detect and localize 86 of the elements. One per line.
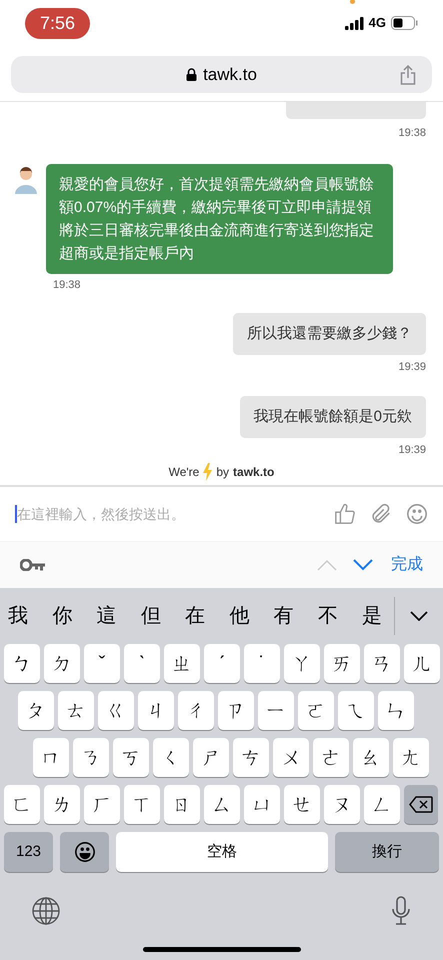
globe-icon[interactable] bbox=[32, 897, 60, 925]
keyboard-key[interactable]: ㄙ bbox=[204, 785, 240, 824]
keyboard-key[interactable]: ㄚ bbox=[284, 644, 320, 683]
keyboard-key[interactable]: ㄑ bbox=[153, 738, 189, 777]
keyboard-key[interactable]: ㄜ bbox=[313, 738, 349, 777]
candidate-word[interactable]: 但 bbox=[140, 601, 161, 631]
candidate-word[interactable]: 在 bbox=[185, 601, 205, 631]
message-input[interactable]: 在這裡輸入，然後按送出。 bbox=[17, 504, 320, 524]
keyboard-key[interactable]: ㄋ bbox=[73, 738, 109, 777]
keyboard-key[interactable]: ㄤ bbox=[393, 738, 429, 777]
chevron-down-icon[interactable] bbox=[410, 611, 428, 621]
share-icon[interactable] bbox=[400, 64, 416, 84]
keyboard-key[interactable]: ㄈ bbox=[4, 785, 40, 824]
message-time: 19:39 bbox=[398, 360, 426, 375]
keyboard-key[interactable]: ㄩ bbox=[244, 785, 280, 824]
keyboard-key[interactable]: ㄡ bbox=[324, 785, 360, 824]
keyboard-key[interactable]: ㄘ bbox=[233, 738, 269, 777]
keyboard-key[interactable]: ㄢ bbox=[364, 644, 400, 683]
keyboard-key[interactable]: ㄗ bbox=[218, 691, 254, 730]
emoji-icon bbox=[74, 841, 96, 863]
keyboard-key[interactable]: ㄕ bbox=[193, 738, 229, 777]
keyboard-key[interactable]: ㄞ bbox=[324, 644, 360, 683]
keyboard-key[interactable]: ㄦ bbox=[404, 644, 440, 683]
keyboard-key[interactable]: ㄨ bbox=[273, 738, 309, 777]
keyboard-key[interactable]: ㄟ bbox=[338, 691, 374, 730]
emoji-icon[interactable] bbox=[406, 503, 428, 525]
return-key[interactable]: 換行 bbox=[335, 832, 439, 872]
candidate-word[interactable]: 不 bbox=[318, 601, 338, 631]
signal-icon bbox=[344, 16, 364, 30]
lock-icon bbox=[186, 68, 198, 81]
keyboard-key[interactable]: ㄆ bbox=[18, 691, 54, 730]
keyboard-key[interactable]: ㄏ bbox=[84, 785, 120, 824]
candidate-word[interactable]: 這 bbox=[96, 601, 116, 631]
avatar-icon bbox=[15, 166, 37, 194]
keyboard-key[interactable]: ㄔ bbox=[178, 691, 214, 730]
candidate-word[interactable]: 我 bbox=[8, 601, 28, 631]
backspace-icon bbox=[409, 796, 433, 813]
keyboard-key[interactable]: ㄣ bbox=[378, 691, 414, 730]
agent-message: 親愛的會員您好，首次提領需先繳納會員帳號餘額0.07%的手續費，繳納完畢後可立即申請提領將於三日審核完畢後由金流商進行寄送到您指定超商或是指定帳戶內 bbox=[46, 164, 393, 274]
battery-icon bbox=[391, 16, 418, 30]
keyboard-key[interactable]: ㄐ bbox=[138, 691, 174, 730]
backspace-key[interactable] bbox=[404, 785, 438, 824]
keyboard-key[interactable]: ㄧ bbox=[258, 691, 294, 730]
url-text: tawk.to bbox=[203, 64, 257, 86]
candidate-word[interactable]: 是 bbox=[362, 601, 382, 631]
numbers-key[interactable]: 123 bbox=[4, 832, 53, 872]
thumbs-up-icon[interactable] bbox=[334, 503, 356, 525]
branding-text: We're bbox=[168, 464, 200, 481]
message-time: 19:38 bbox=[53, 278, 82, 292]
status-time: 7:56 bbox=[25, 8, 90, 38]
brand-link[interactable]: tawk.to bbox=[233, 463, 274, 481]
key-icon[interactable] bbox=[20, 559, 45, 571]
lightning-icon bbox=[203, 463, 212, 481]
keyboard-key[interactable]: ㄠ bbox=[353, 738, 389, 777]
network-label: 4G bbox=[368, 14, 386, 32]
keyboard-key[interactable]: ㄊ bbox=[58, 691, 94, 730]
keyboard-key[interactable]: ㄝ bbox=[284, 785, 320, 824]
candidate-word[interactable]: 有 bbox=[274, 601, 294, 631]
keyboard-key[interactable]: ㄉ bbox=[44, 644, 80, 683]
message-time: 19:38 bbox=[398, 126, 426, 141]
paperclip-icon[interactable] bbox=[370, 503, 392, 525]
keyboard-key[interactable]: ˇ bbox=[84, 644, 120, 683]
keyboard-key[interactable]: ㄇ bbox=[33, 738, 69, 777]
keyboard-key[interactable]: ㄅ bbox=[4, 644, 40, 683]
address-bar[interactable]: tawk.to bbox=[11, 56, 432, 93]
microphone-icon[interactable] bbox=[391, 896, 411, 926]
keyboard-key[interactable]: ˊ bbox=[204, 644, 240, 683]
done-button[interactable]: 完成 bbox=[391, 553, 423, 577]
emoji-key[interactable] bbox=[60, 832, 109, 872]
visitor-message: 我現在帳號餘額是0元欸 bbox=[240, 396, 426, 438]
candidate-word[interactable]: 你 bbox=[52, 601, 72, 631]
keyboard-key[interactable]: ㄒ bbox=[124, 785, 160, 824]
branding-text: by bbox=[216, 464, 230, 481]
space-key[interactable]: 空格 bbox=[116, 832, 328, 872]
candidate-word[interactable]: 他 bbox=[229, 601, 250, 631]
visitor-message: 所以我還需要繳多少錢？ bbox=[233, 313, 426, 355]
keyboard-key[interactable]: ˙ bbox=[244, 644, 280, 683]
keyboard-key[interactable]: ㄌ bbox=[44, 785, 80, 824]
keyboard-key[interactable]: ㄖ bbox=[164, 785, 200, 824]
keyboard-key[interactable]: ㄥ bbox=[364, 785, 400, 824]
keyboard-key[interactable]: ㄎ bbox=[113, 738, 149, 777]
keyboard-key[interactable]: ㄓ bbox=[164, 644, 200, 683]
message-time: 19:39 bbox=[398, 442, 426, 457]
keyboard-key[interactable]: ˋ bbox=[124, 644, 160, 683]
keyboard-key[interactable]: ㄍ bbox=[98, 691, 134, 730]
keyboard-key[interactable]: ㄛ bbox=[298, 691, 334, 730]
